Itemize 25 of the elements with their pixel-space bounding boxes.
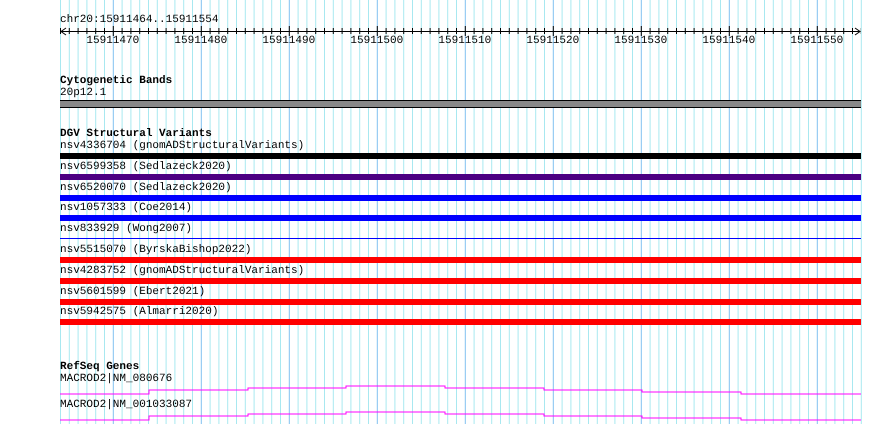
ruler-tick-label: 15911490	[262, 35, 316, 48]
variant-label: nsv6520070 (Sedlazeck2020)	[60, 182, 232, 194]
variant-label: nsv5942575 (Almarri2020)	[60, 306, 218, 318]
variant-label: nsv833929 (Wong2007)	[60, 223, 192, 236]
ruler-tick-label: 15911480	[174, 35, 228, 48]
variant-label: nsv4283752 (gnomADStructuralVariants)	[60, 264, 304, 277]
ruler-tick-label: 15911520	[526, 35, 580, 48]
variant-label: nsv1057333 (Coe2014)	[60, 202, 192, 214]
gene-label: MACROD2|NM_001033087	[60, 399, 192, 412]
variant-label: nsv5515070 (ByrskaBishop2022)	[60, 244, 252, 256]
gene-label: MACROD2|NM_080676	[60, 373, 172, 386]
variant-label: nsv4336704 (gnomADStructuralVariants)	[60, 140, 304, 152]
ruler-tick-label: 15911530	[614, 35, 668, 48]
variant-label: nsv5601599 (Ebert2021)	[60, 286, 206, 298]
track-title: DGV Structural Variants	[60, 128, 212, 140]
track-title: RefSeq Genes	[60, 361, 140, 374]
variant-label: nsv6599358 (Sedlazeck2020)	[60, 160, 232, 173]
ruler-tick-label: 15911540	[702, 35, 756, 48]
ruler-tick-label: 15911470	[86, 35, 140, 48]
ruler-tick-label: 15911510	[438, 35, 492, 48]
chromosome-location: chr20:15911464..15911554	[60, 14, 218, 26]
ruler-tick-label: 15911550	[790, 35, 844, 48]
ruler-tick-label: 15911500	[350, 35, 404, 48]
band-label: 20p12.1	[60, 87, 106, 99]
track-title: Cytogenetic Bands	[60, 75, 172, 87]
